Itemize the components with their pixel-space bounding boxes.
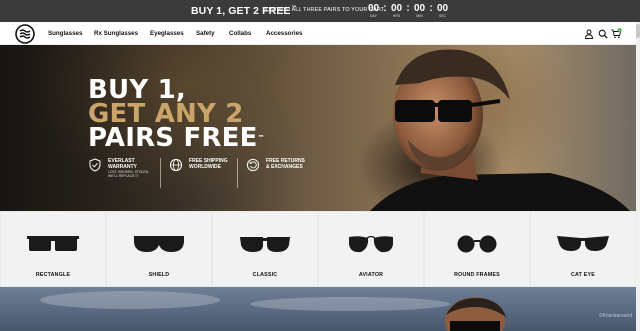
benefit-returns: FREE RETURNS & EXCHANGES — [246, 158, 314, 188]
category-label: SHIELD — [148, 272, 170, 278]
sunglasses-aviator-icon — [349, 235, 393, 253]
category-round-frames[interactable]: ROUND FRAMES — [425, 212, 529, 286]
banner-model-image — [445, 297, 506, 331]
nav-item-collabs[interactable]: Collabs — [229, 30, 251, 37]
nav-item-sunglasses[interactable]: Sunglasses — [48, 30, 82, 37]
category-label: AVIATOR — [358, 272, 384, 278]
benefit-warranty-title: EVERLAST WARRANTY — [108, 158, 137, 170]
countdown-seconds: 00 SEC — [436, 3, 449, 18]
category-rectangle[interactable]: RECTANGLE — [1, 212, 105, 286]
brand-logo-icon[interactable] — [15, 24, 35, 44]
secondary-banner[interactable]: ©Knockaround — [0, 287, 640, 331]
sky-cloud — [250, 297, 450, 311]
watermark: ©Knockaround — [598, 313, 632, 319]
countdown-days: 00 DAY — [367, 3, 380, 18]
benefit-shipping: FREE SHIPPING WORLDWIDE — [169, 158, 238, 188]
nav-item-eyeglasses[interactable]: Eyeglasses — [150, 30, 184, 37]
countdown-minutes: 00 MIN — [413, 3, 426, 18]
hero-banner[interactable]: BUY 1, GET ANY 2 PAIRS FREE™ EVERLAST WA… — [0, 45, 640, 211]
category-shield[interactable]: SHIELD — [107, 212, 211, 286]
hero-trademark: ™ — [257, 134, 265, 142]
category-aviator[interactable]: AVIATOR — [319, 212, 423, 286]
returns-icon — [246, 158, 260, 172]
hero-model-image — [370, 49, 630, 211]
main-nav: Sunglasses Rx Sunglasses Eyeglasses Safe… — [0, 22, 640, 45]
countdown-timer: 00 DAY : 00 HRS : 00 MIN : 00 SEC — [365, 3, 451, 19]
cart-icon[interactable]: 0 — [611, 28, 622, 39]
page-scrollbar[interactable] — [636, 22, 640, 331]
benefit-warranty-note: LOST, BROKEN, STOLEN, WE'LL REPLACE IT. — [108, 170, 150, 178]
category-label: ROUND FRAMES — [454, 272, 500, 278]
category-label: RECTANGLE — [35, 272, 71, 278]
hero-line-3: PAIRS FREE™ — [88, 123, 265, 153]
shield-check-icon — [89, 158, 101, 172]
sky-cloud — [40, 291, 220, 309]
benefit-shipping-title: FREE SHIPPING WORLDWIDE — [189, 158, 228, 170]
globe-icon — [169, 158, 183, 172]
category-classic[interactable]: CLASSIC — [213, 212, 317, 286]
category-label: CLASSIC — [252, 272, 278, 278]
category-cat-eye[interactable]: CAT EYE — [531, 212, 635, 286]
category-label: CAT EYE — [571, 272, 595, 278]
category-row: RECTANGLE SHIELD CLASSIC AVIATOR ROUND F… — [0, 211, 640, 287]
sunglasses-cat-eye-icon — [557, 236, 609, 251]
account-icon[interactable] — [584, 29, 594, 39]
promo-bar: BUY 1, GET 2 FREE™ JUST ADD ALL THREE PA… — [0, 0, 640, 22]
sunglasses-shield-icon — [134, 236, 184, 252]
nav-item-rx-sunglasses[interactable]: Rx Sunglasses — [94, 30, 138, 37]
scrollbar-thumb[interactable] — [636, 24, 640, 38]
search-icon[interactable] — [598, 29, 608, 39]
countdown-hours: 00 HRS — [390, 3, 403, 18]
nav-item-safety[interactable]: Safety — [196, 30, 215, 37]
benefit-warranty: EVERLAST WARRANTY LOST, BROKEN, STOLEN, … — [88, 158, 161, 188]
benefit-returns-title: FREE RETURNS & EXCHANGES — [266, 158, 305, 170]
hero-benefits: EVERLAST WARRANTY LOST, BROKEN, STOLEN, … — [88, 158, 322, 188]
hero-headline: BUY 1, GET ANY 2 PAIRS FREE™ — [88, 77, 265, 153]
sunglasses-classic-icon — [240, 237, 290, 252]
sunglasses-rectangle-icon — [27, 236, 79, 251]
sunglasses-round-icon — [457, 235, 497, 253]
nav-item-accessories[interactable]: Accessories — [266, 30, 302, 37]
